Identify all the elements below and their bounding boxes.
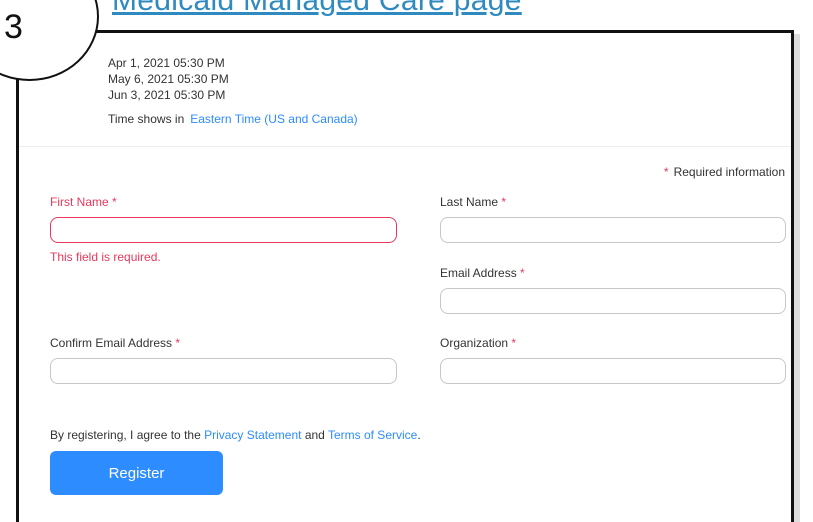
privacy-statement-link[interactable]: Privacy Statement xyxy=(204,428,301,442)
organization-label-text: Organization xyxy=(440,336,509,350)
email-required-marker: * xyxy=(520,266,525,280)
registration-panel: Apr 1, 2021 05:30 PM May 6, 2021 05:30 P… xyxy=(16,30,794,522)
agreement-text: By registering, I agree to the Privacy S… xyxy=(50,428,421,442)
last-name-label: Last Name * xyxy=(440,195,506,209)
timezone-prefix: Time shows in xyxy=(108,112,185,126)
panel-shadow xyxy=(794,34,800,522)
terms-of-service-link[interactable]: Terms of Service xyxy=(328,428,417,442)
last-name-input[interactable] xyxy=(440,217,786,243)
schedule-date-1: Apr 1, 2021 05:30 PM xyxy=(108,56,225,70)
last-name-label-text: Last Name xyxy=(440,195,499,209)
agreement-suffix: . xyxy=(417,428,421,442)
confirm-email-required-marker: * xyxy=(175,336,181,350)
organization-input[interactable] xyxy=(440,358,786,384)
required-information-note: * Required information xyxy=(664,165,785,179)
first-name-error: This field is required. xyxy=(50,250,161,264)
schedule-date-2: May 6, 2021 05:30 PM xyxy=(108,72,229,86)
confirm-email-input[interactable] xyxy=(50,358,397,384)
schedule-date-3: Jun 3, 2021 05:30 PM xyxy=(108,88,226,102)
first-name-label-text: First Name xyxy=(50,195,109,209)
timezone-link[interactable]: Eastern Time (US and Canada) xyxy=(190,112,357,126)
timezone-row: Time shows in Eastern Time (US and Canada… xyxy=(108,112,358,126)
organization-required-marker: * xyxy=(511,336,517,350)
email-label: Email Address * xyxy=(440,266,525,280)
organization-label: Organization * xyxy=(440,336,516,350)
schedule-dates: Apr 1, 2021 05:30 PM May 6, 2021 05:30 P… xyxy=(108,55,229,103)
agreement-prefix: By registering, I agree to the xyxy=(50,428,201,442)
first-name-label: First Name * xyxy=(50,195,117,209)
confirm-email-label-text: Confirm Email Address xyxy=(50,336,173,350)
first-name-input[interactable] xyxy=(50,217,397,243)
agreement-and: and xyxy=(304,428,325,442)
required-marker: * xyxy=(663,165,669,179)
step-number: 3 xyxy=(4,8,23,46)
last-name-required-marker: * xyxy=(501,195,507,209)
medicaid-managed-care-link[interactable]: Medicaid Managed Care page xyxy=(112,0,522,18)
email-label-text: Email Address xyxy=(440,266,517,280)
required-information-text: Required information xyxy=(673,165,785,179)
first-name-required-marker: * xyxy=(112,195,117,209)
register-button[interactable]: Register xyxy=(50,451,223,495)
section-divider xyxy=(19,146,791,147)
confirm-email-label: Confirm Email Address * xyxy=(50,336,180,350)
email-input[interactable] xyxy=(440,288,786,314)
